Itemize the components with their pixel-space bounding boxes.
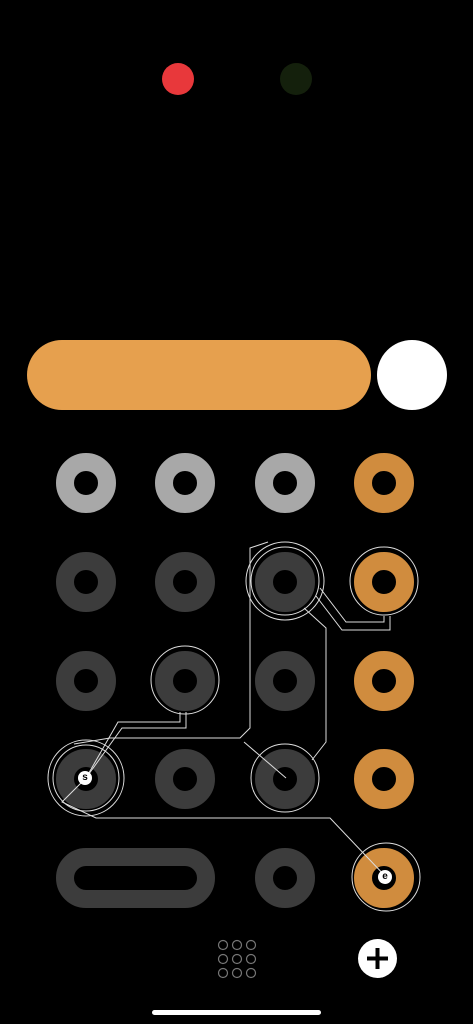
grid-menu-icon[interactable]	[216, 938, 258, 980]
key-r2-c3[interactable]	[255, 552, 315, 612]
key-r5-c3[interactable]	[255, 848, 315, 908]
key-r4-c3[interactable]	[255, 749, 315, 809]
key-r4-c4[interactable]	[354, 749, 414, 809]
plus-icon	[367, 948, 388, 969]
key-r2-c4[interactable]	[354, 552, 414, 612]
key-r1-c2[interactable]	[155, 453, 215, 513]
key-r1-c3[interactable]	[255, 453, 315, 513]
end-marker: e	[378, 870, 392, 884]
orange-display-bar[interactable]	[27, 340, 371, 410]
key-r3-c2[interactable]	[155, 651, 215, 711]
red-indicator-icon	[162, 63, 194, 95]
key-r5-wide[interactable]	[56, 848, 215, 908]
key-r4-c2[interactable]	[155, 749, 215, 809]
home-indicator[interactable]	[152, 1010, 321, 1015]
add-button[interactable]	[358, 939, 397, 978]
key-r3-c3[interactable]	[255, 651, 315, 711]
start-marker: s	[78, 771, 92, 785]
key-r1-c1[interactable]	[56, 453, 116, 513]
white-knob-button[interactable]	[377, 340, 447, 410]
key-r2-c1[interactable]	[56, 552, 116, 612]
green-indicator-icon	[280, 63, 312, 95]
key-r3-c4[interactable]	[354, 651, 414, 711]
key-r2-c2[interactable]	[155, 552, 215, 612]
key-r3-c1[interactable]	[56, 651, 116, 711]
key-r1-c4[interactable]	[354, 453, 414, 513]
